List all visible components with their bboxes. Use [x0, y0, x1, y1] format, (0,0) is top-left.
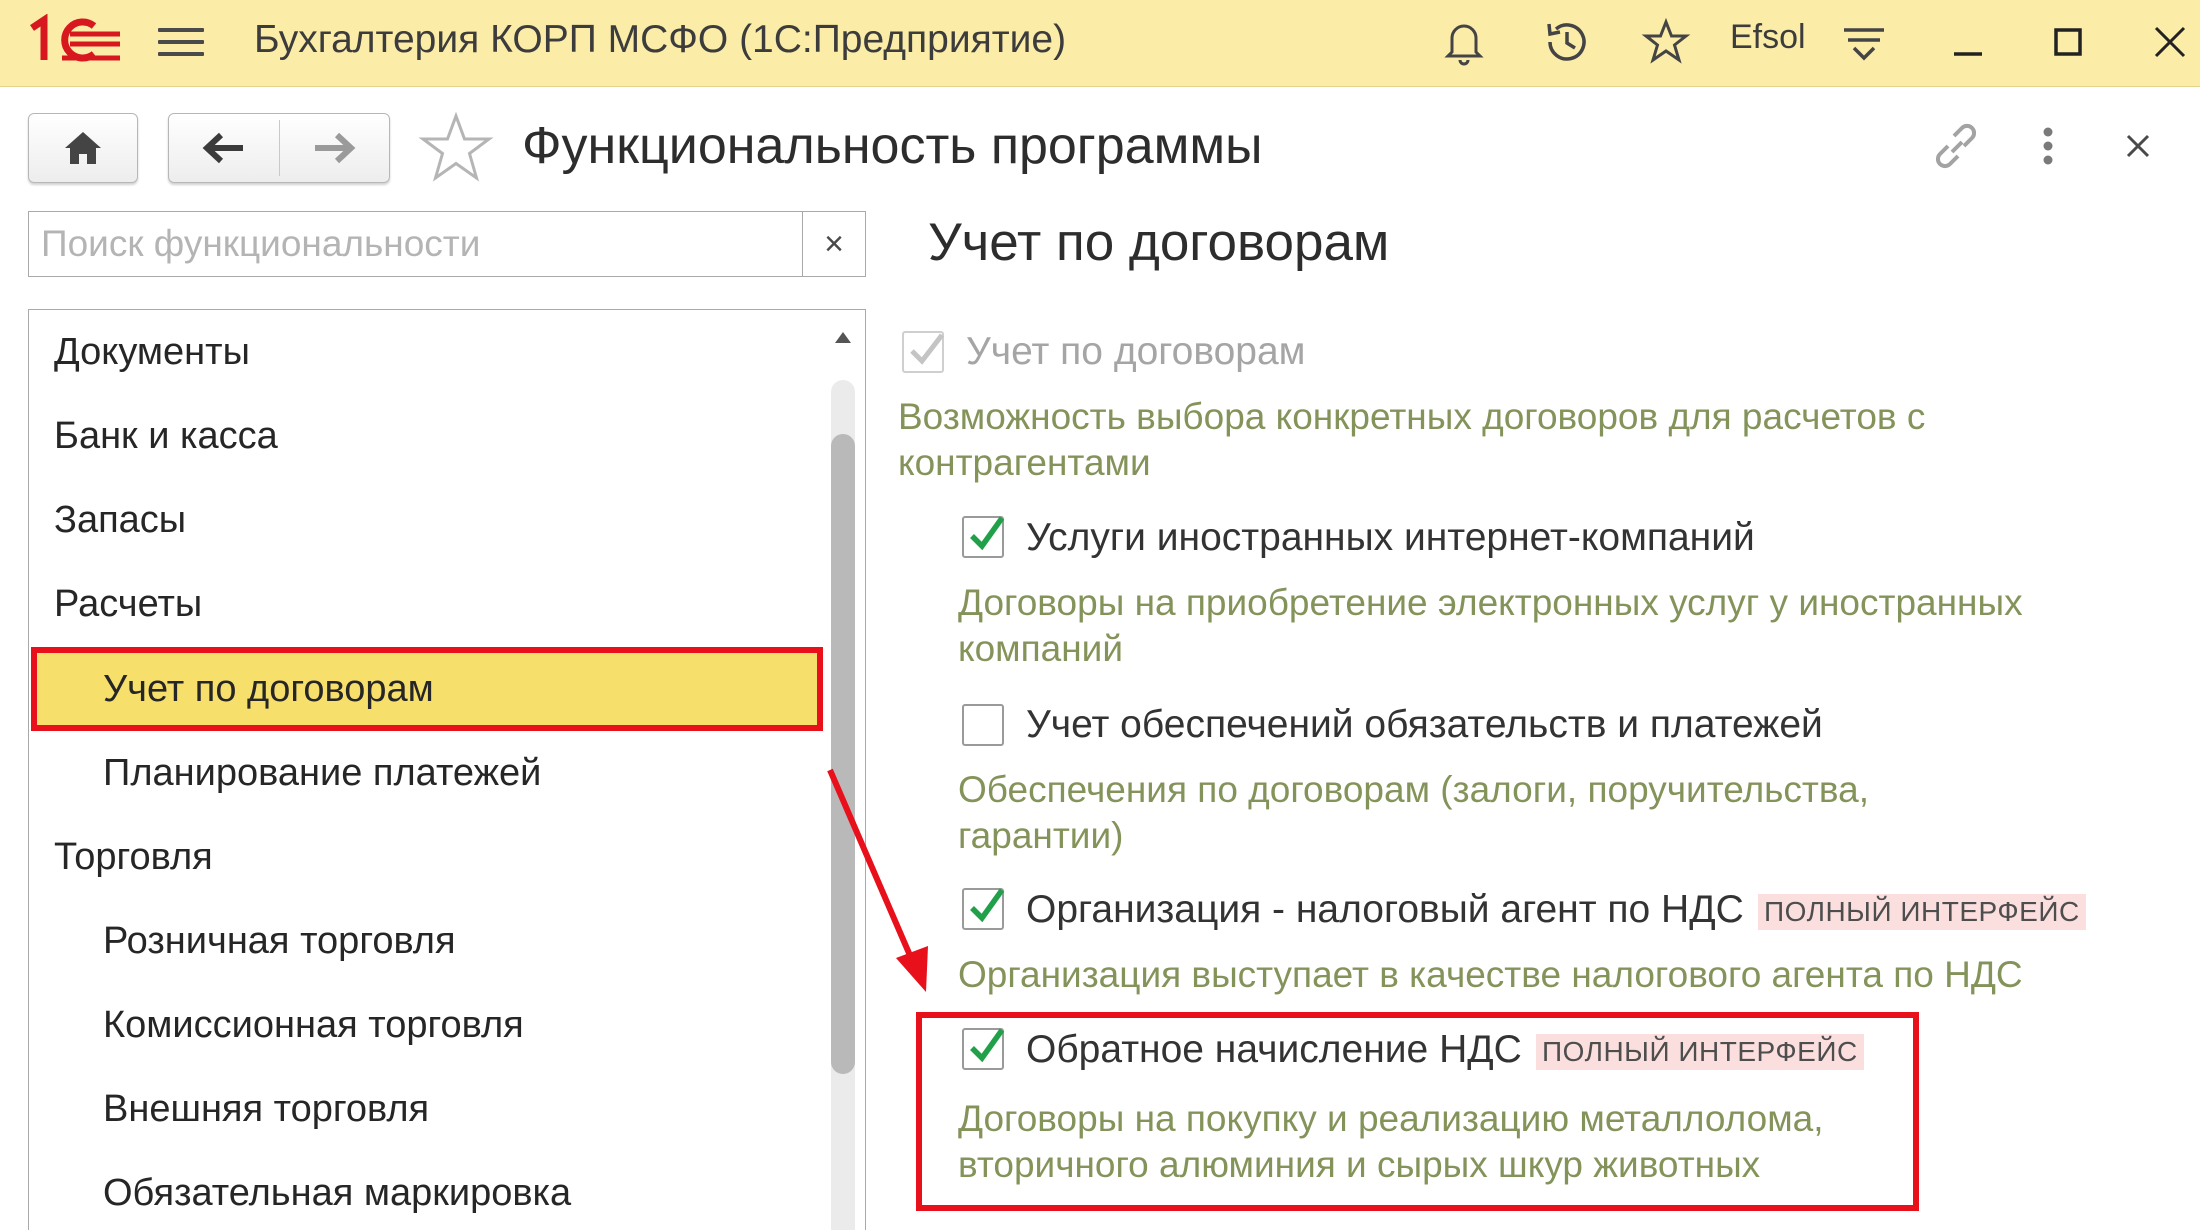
tree-item-foreign-trade[interactable]: Внешняя торговля [29, 1067, 829, 1151]
minimize-icon[interactable] [1942, 16, 1994, 68]
user-name[interactable]: Efsol [1730, 18, 1806, 57]
tree-item-retail[interactable]: Розничная торговля [29, 899, 829, 983]
foreign-internet-services-description: Договоры на приобретение электронных усл… [958, 582, 2023, 669]
title-bar: Бухгалтерия КОРП МСФО (1С:Предприятие) E… [0, 0, 2200, 87]
navigation-buttons [168, 113, 390, 183]
form-close-icon[interactable] [2108, 116, 2168, 176]
history-icon[interactable] [1540, 16, 1592, 68]
app-title: Бухгалтерия КОРП МСФО (1С:Предприятие) [254, 18, 1067, 61]
tree-item-commission-trade[interactable]: Комиссионная торговля [29, 983, 829, 1067]
maximize-icon[interactable] [2042, 16, 2094, 68]
tree-item-settlements[interactable]: Расчеты [29, 562, 829, 646]
tree-item-payment-planning[interactable]: Планирование платежей [29, 731, 829, 815]
obligation-security-label[interactable]: Учет обеспечений обязательств и платежей [1026, 703, 1823, 747]
full-interface-badge: ПОЛНЫЙ ИНТЕРФЕЙС [1758, 894, 2086, 930]
forward-button[interactable] [279, 114, 389, 182]
main-menu-icon[interactable] [158, 22, 204, 62]
tree-item-inventory[interactable]: Запасы [29, 478, 829, 562]
tree-item-mandatory-marking[interactable]: Обязательная маркировка [29, 1151, 829, 1230]
back-arrow-icon [202, 132, 243, 164]
more-icon[interactable] [2018, 116, 2078, 176]
1c-logo [30, 14, 120, 62]
functionality-tree: Документы Банк и касса Запасы Расчеты Уч… [28, 309, 866, 1230]
link-icon[interactable] [1926, 116, 1986, 176]
checkmark-icon [910, 333, 944, 365]
search-input[interactable] [29, 212, 805, 276]
tax-agent-vat-description: Организация выступает в качестве налогов… [958, 954, 2023, 995]
contract-accounting-checkbox[interactable] [902, 331, 944, 373]
search-clear-button[interactable]: × [802, 212, 865, 276]
obligation-security-checkbox[interactable] [962, 704, 1004, 746]
tax-agent-vat-label[interactable]: Организация - налоговый агент по НДС [1026, 888, 1744, 932]
window-close-icon[interactable] [2144, 16, 2196, 68]
home-button[interactable] [28, 113, 138, 183]
tree-item-trade[interactable]: Торговля [29, 815, 829, 899]
tax-agent-vat-checkbox[interactable] [962, 888, 1005, 930]
reverse-vat-checkbox[interactable] [962, 1028, 1005, 1070]
favorite-star-icon[interactable] [418, 112, 494, 184]
obligation-security-description: Обеспечения по договорам (залоги, поручи… [958, 769, 1869, 856]
section-title: Учет по договорам [928, 213, 1390, 272]
tree-item-documents[interactable]: Документы [29, 310, 829, 394]
home-icon [65, 132, 101, 164]
forward-arrow-icon [315, 132, 356, 164]
tree-item-contract-accounting[interactable]: Учет по договорам [31, 647, 823, 731]
foreign-internet-services-checkbox[interactable] [962, 516, 1005, 558]
foreign-internet-services-label[interactable]: Услуги иностранных интернет-компаний [1026, 516, 1755, 560]
settings-lines-icon[interactable] [1838, 16, 1890, 68]
star-icon[interactable] [1640, 16, 1692, 68]
contract-accounting-description: Возможность выбора конкретных договоров … [898, 396, 1926, 483]
bell-icon[interactable] [1438, 16, 1490, 68]
tree-item-bank-cash[interactable]: Банк и касса [29, 394, 829, 478]
contract-accounting-label[interactable]: Учет по договорам [966, 330, 1306, 374]
reverse-vat-description: Договоры на покупку и реализацию металло… [958, 1098, 1824, 1185]
reverse-vat-label[interactable]: Обратное начисление НДС [1026, 1028, 1522, 1072]
scroll-up-arrow-icon[interactable] [835, 332, 851, 343]
form-title: Функциональность программы [522, 117, 1263, 175]
back-button[interactable] [169, 114, 279, 182]
checkmark-icon [970, 888, 1005, 923]
full-interface-badge: ПОЛНЫЙ ИНТЕРФЕЙС [1536, 1034, 1864, 1070]
checkmark-icon [970, 516, 1005, 551]
search-field: × [28, 211, 866, 277]
checkmark-icon [970, 1028, 1005, 1063]
scrollbar-thumb[interactable] [831, 434, 855, 1074]
